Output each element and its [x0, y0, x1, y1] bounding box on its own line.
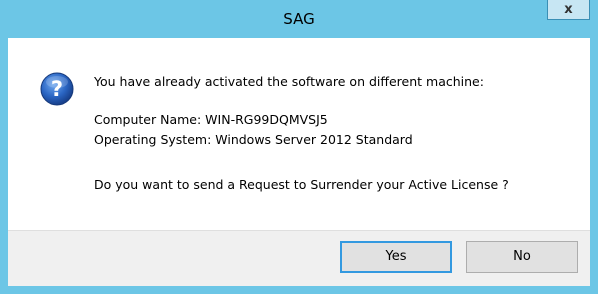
dialog-window: SAG x ? You have already activated the s… [0, 0, 598, 294]
message-area: ? You have already activated the softwar… [8, 38, 590, 230]
surrender-question-text: Do you want to send a Request to Surrend… [94, 177, 509, 192]
dialog-body: ? You have already activated the softwar… [8, 38, 590, 286]
no-button[interactable]: No [466, 241, 578, 273]
close-button[interactable]: x [547, 0, 590, 20]
computer-name-text: Computer Name: WIN-RG99DQMVSJ5 [94, 112, 328, 127]
yes-button[interactable]: Yes [340, 241, 452, 273]
button-bar: Yes No [8, 230, 590, 286]
message-text-activated: You have already activated the software … [94, 74, 484, 89]
dialog-title: SAG [283, 10, 315, 28]
title-bar[interactable]: SAG x [0, 0, 598, 38]
question-icon: ? [40, 72, 74, 106]
svg-text:?: ? [51, 77, 63, 101]
operating-system-text: Operating System: Windows Server 2012 St… [94, 132, 413, 147]
